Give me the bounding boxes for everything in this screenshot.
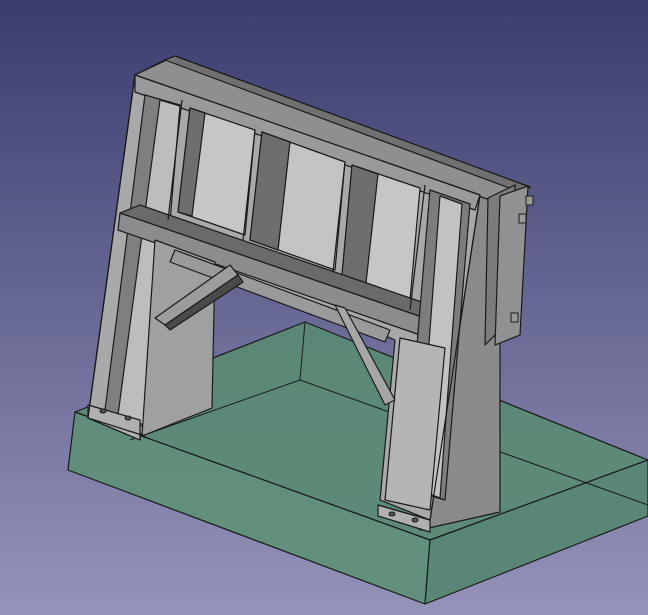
bolt-hole bbox=[411, 517, 419, 523]
bolt-hole bbox=[388, 511, 396, 517]
3d-scene[interactable] bbox=[0, 0, 648, 615]
3d-viewport[interactable] bbox=[0, 0, 648, 615]
side-bolt bbox=[510, 312, 519, 323]
side-bolt bbox=[518, 213, 527, 224]
bolt-hole bbox=[99, 408, 107, 414]
side-bolt bbox=[525, 195, 534, 206]
bolt-hole bbox=[124, 415, 132, 421]
